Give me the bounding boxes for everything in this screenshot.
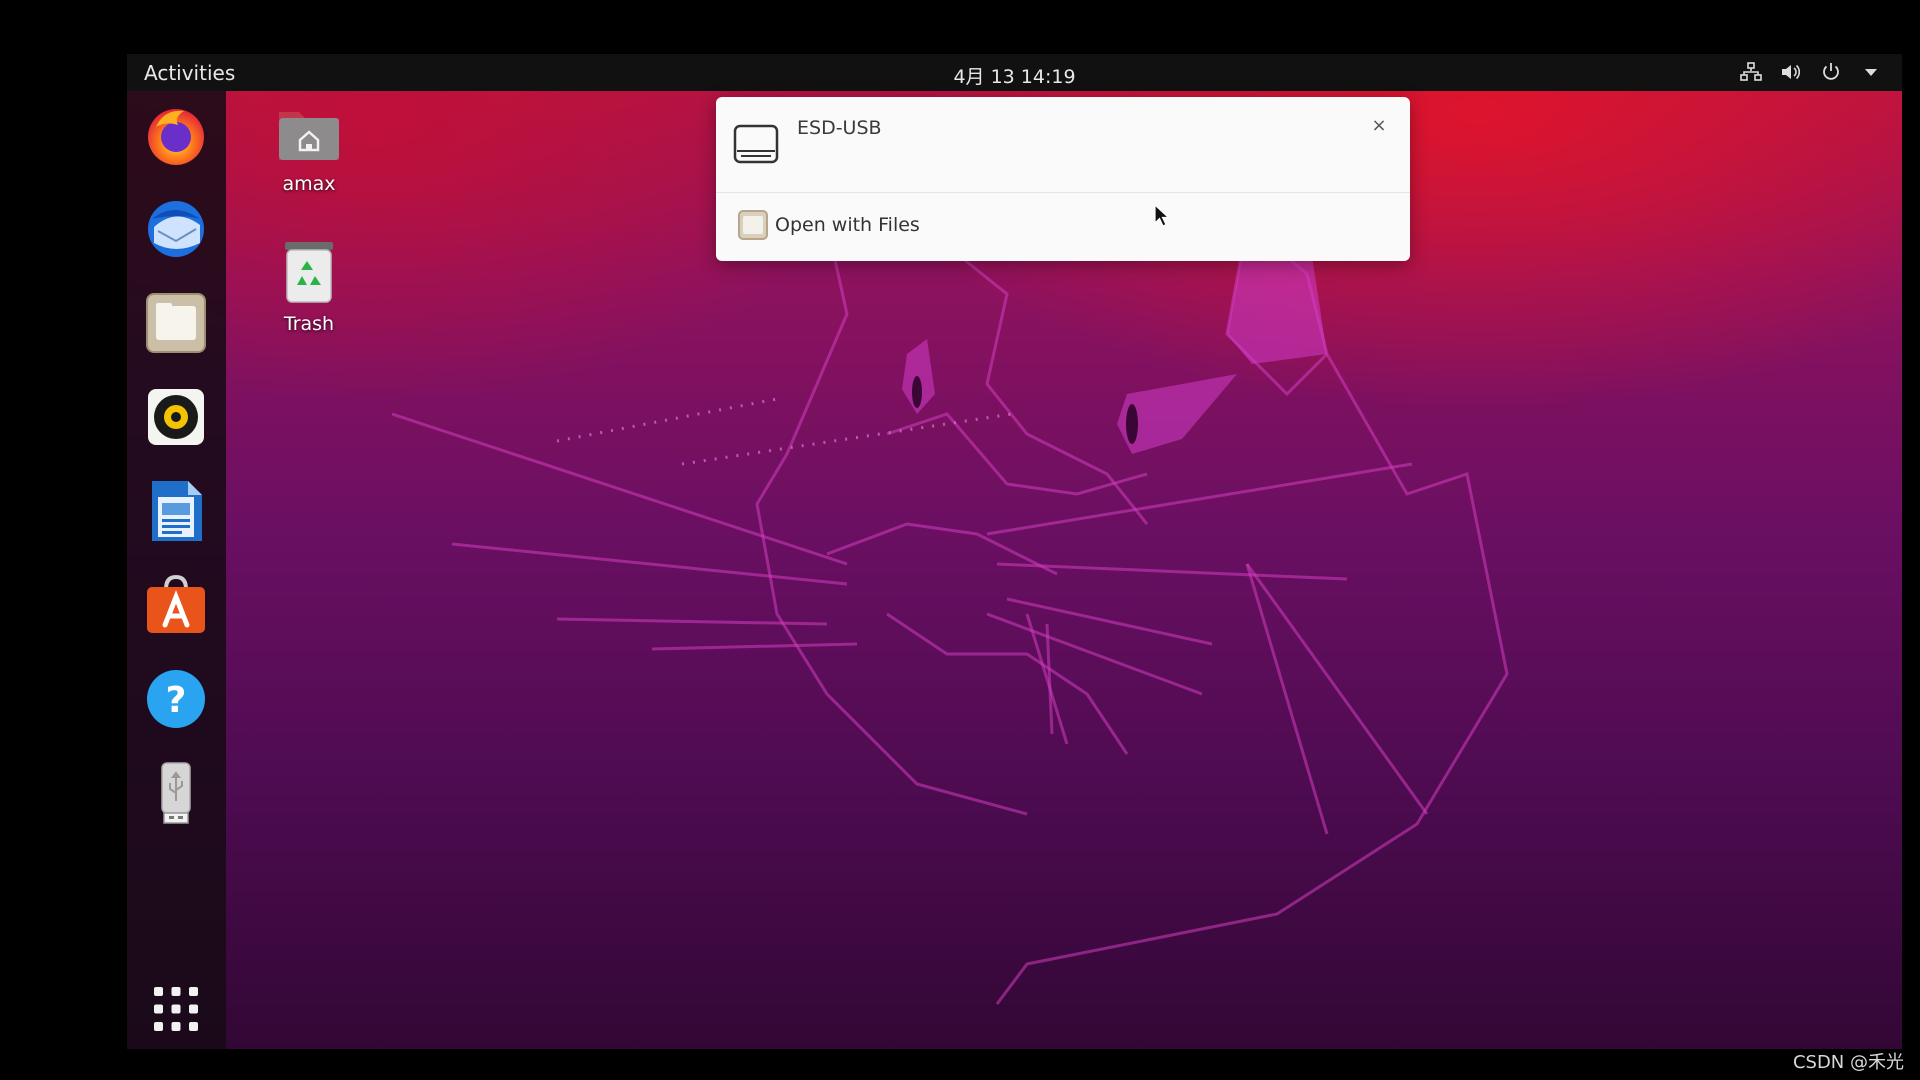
notification-header: ESD-USB × <box>716 97 1410 193</box>
notification-title: ESD-USB <box>797 117 882 139</box>
libreoffice-writer-icon <box>152 481 202 541</box>
system-tray[interactable] <box>1740 61 1882 83</box>
volume-icon[interactable] <box>1780 61 1802 83</box>
dock-item-ubuntu-software[interactable] <box>144 573 208 637</box>
desktop-icon-label: Trash <box>283 313 335 335</box>
trash-icon <box>285 242 333 303</box>
dock-item-files[interactable] <box>144 291 208 355</box>
desktop-icon-home[interactable]: amax <box>254 104 364 195</box>
dock-item-firefox[interactable] <box>144 103 208 167</box>
dock-item-usb-drive[interactable] <box>144 761 208 825</box>
network-wired-icon[interactable] <box>1740 61 1762 83</box>
firefox-icon <box>148 109 204 165</box>
ubuntu-software-icon <box>147 574 205 633</box>
clock[interactable]: 4月 13 14:19 <box>127 62 1902 89</box>
home-folder-icon <box>279 112 339 160</box>
desktop-icon-label: amax <box>282 173 336 195</box>
open-with-files-button[interactable]: Open with Files <box>738 208 920 242</box>
usb-drive-icon <box>161 762 191 824</box>
files-icon <box>738 210 768 240</box>
desktop-screen: Activities 4月 13 14:19 ? amax Trash ESD-… <box>127 54 1902 1049</box>
dock-item-rhythmbox[interactable] <box>144 385 208 449</box>
top-bar: Activities 4月 13 14:19 <box>127 54 1902 91</box>
dock-item-thunderbird[interactable] <box>144 197 208 261</box>
open-with-files-label: Open with Files <box>775 214 920 236</box>
files-icon <box>146 293 206 353</box>
help-icon: ? <box>147 670 205 728</box>
dock-item-help[interactable]: ? <box>144 667 208 731</box>
drive-mounted-notification[interactable]: ESD-USB × Open with Files <box>716 97 1410 261</box>
drive-icon <box>733 124 779 164</box>
rhythmbox-icon <box>148 389 204 445</box>
dropdown-arrow-icon[interactable] <box>1860 61 1882 83</box>
dock-item-libreoffice-writer[interactable] <box>144 479 208 543</box>
close-icon[interactable]: × <box>1368 115 1390 137</box>
desktop-icon-trash[interactable]: Trash <box>254 240 364 335</box>
app-grid-icon <box>154 987 198 1031</box>
dock: ? <box>127 91 226 1049</box>
svg-text:?: ? <box>166 680 187 721</box>
thunderbird-icon <box>148 201 204 257</box>
mouse-cursor-icon <box>1154 204 1170 227</box>
watermark: CSDN @禾光 <box>1792 1052 1904 1073</box>
show-applications-button[interactable] <box>144 977 208 1041</box>
power-icon[interactable] <box>1820 61 1842 83</box>
